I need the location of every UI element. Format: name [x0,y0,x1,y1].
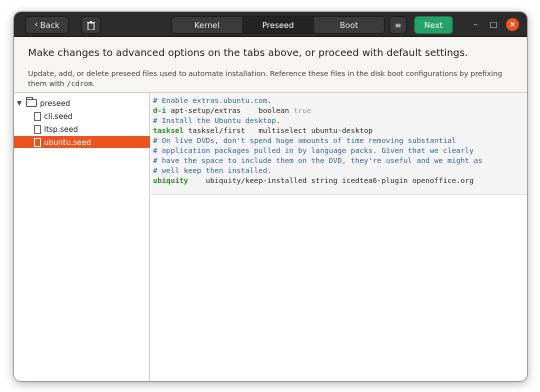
tab-bar: Kernel Preseed Boot [171,16,385,34]
close-button[interactable]: × [506,18,519,31]
code-keyword: tasksel [153,126,184,135]
file-icon [34,111,41,121]
code-text: apt-setup/extras boolean [166,106,294,115]
folder-label: preseed [40,98,71,108]
tab-kernel[interactable]: Kernel [172,17,243,33]
back-button[interactable]: ‹ Back [25,16,69,34]
chevron-left-icon: ‹ [34,20,39,30]
maximize-button[interactable]: □ [487,18,500,31]
preseed-editor[interactable]: # Enable extras.ubuntu.com. d-i apt-setup… [151,93,527,381]
maximize-icon: □ [489,20,498,29]
minimize-button[interactable]: – [469,18,482,31]
description-text: Update, add, or delete preseed files use… [28,69,503,88]
code-comment: # On live DVDs, don't spend huge amounts… [153,136,457,145]
close-icon: × [508,19,517,30]
tree-item-ubuntu-seed[interactable]: ubuntu.seed [14,136,150,148]
intro-section: Make changes to advanced options on the … [14,37,527,93]
menu-button[interactable]: ≡ [389,16,407,34]
installer-window: ‹ Back Kernel Preseed Boot ≡ Next – □ × [14,12,527,381]
code-comment: # have the space to include them on the … [153,156,483,165]
tree-folder-preseed[interactable]: ▼ preseed [14,97,150,109]
file-tree: ▼ preseed cli.seed ltsp.seed ubuntu.seed [14,93,150,381]
code-line: ubiquity ubiquity/keep-installed string … [153,176,474,186]
file-label: ltsp.seed [44,124,78,134]
code-comment: # well keep then installed. [153,166,272,175]
code-text: ubiquity/keep-installed string icedtea6-… [188,176,474,185]
code-line: # Enable extras.ubuntu.com. [153,96,272,106]
page-title: Make changes to advanced options on the … [28,48,468,59]
code-line: d-i apt-setup/extras boolean true [153,106,311,116]
description-end: . [92,79,95,88]
tree-item-ltsp-seed[interactable]: ltsp.seed [14,123,150,135]
trash-icon [87,20,95,30]
hamburger-icon: ≡ [394,20,402,30]
code-line: # Install the Ubuntu desktop. [153,116,280,126]
expander-down-icon[interactable]: ▼ [17,100,24,107]
delete-button[interactable] [81,16,101,34]
tree-item-cli-seed[interactable]: cli.seed [14,110,150,122]
code-area[interactable]: # Enable extras.ubuntu.com. d-i apt-setup… [151,93,527,195]
header-bar: ‹ Back Kernel Preseed Boot ≡ Next – □ × [14,12,527,37]
tab-preseed[interactable]: Preseed [243,17,314,33]
code-comment: # Install the Ubuntu desktop. [153,116,281,125]
code-comment: # application packages pulled in by lang… [153,146,474,155]
minimize-icon: – [473,20,478,29]
file-label: ubuntu.seed [44,137,91,147]
cdrom-path: /cdrom [66,79,93,88]
page-description: Update, add, or delete preseed files use… [28,69,518,89]
code-value: true [293,106,312,115]
code-line: # application packages pulled in by lang… [153,146,474,156]
code-keyword: ubiquity [153,176,189,185]
code-line: # well keep then installed. [153,166,272,176]
file-label: cli.seed [44,111,73,121]
code-line: # have the space to include them on the … [153,156,482,166]
file-icon [34,124,41,134]
back-button-label: Back [40,20,60,30]
code-line: # On live DVDs, don't spend huge amounts… [153,136,456,146]
file-icon [34,137,41,147]
code-comment: # Enable extras.ubuntu.com. [153,96,272,105]
folder-icon [26,97,37,107]
code-line: tasksel tasksel/first multiselect ubuntu… [153,126,373,136]
code-keyword: d-i [153,106,167,115]
code-text: tasksel/first multiselect ubuntu-desktop [183,126,373,135]
next-button[interactable]: Next [414,16,453,34]
tab-boot[interactable]: Boot [314,17,384,33]
